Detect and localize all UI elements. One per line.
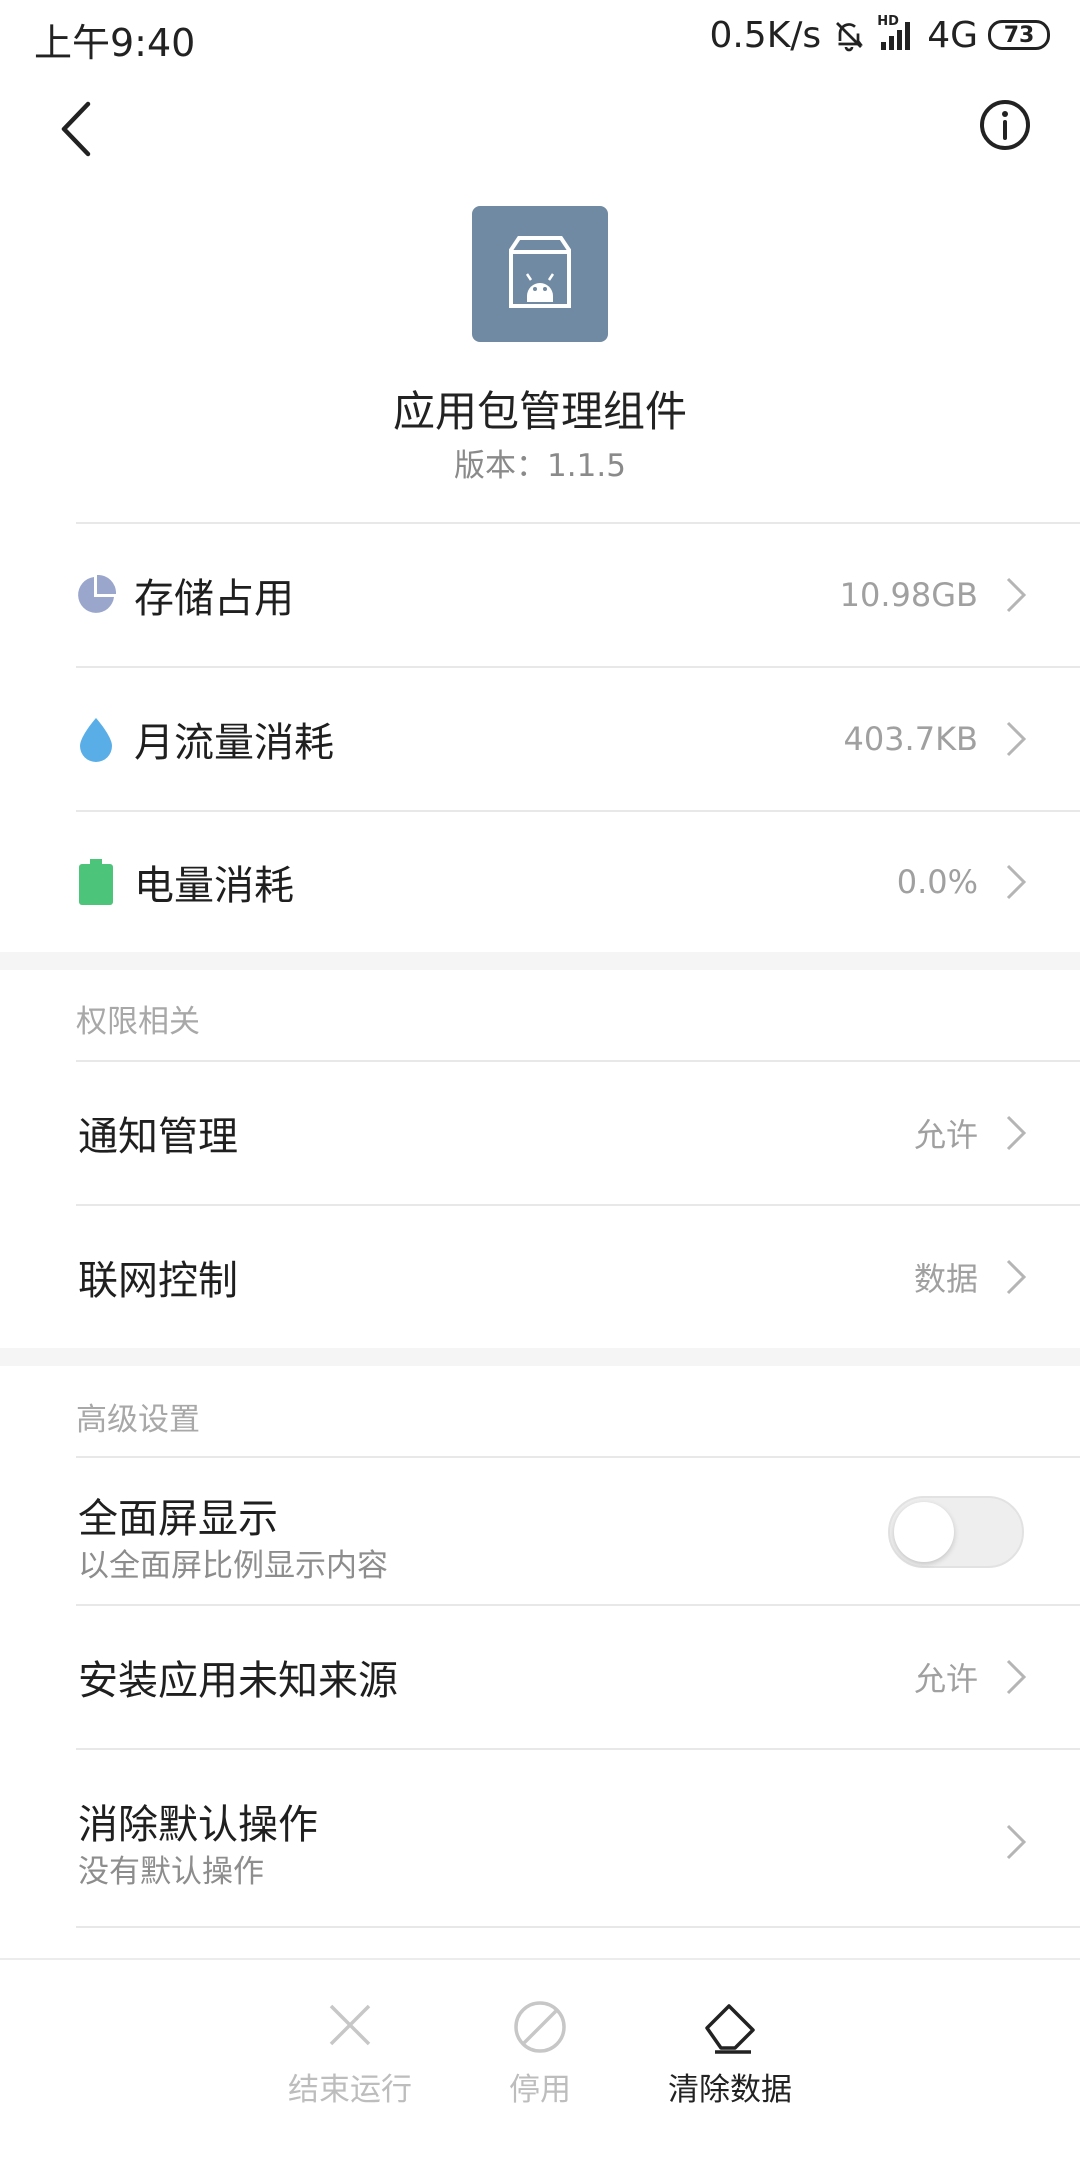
section-gap — [0, 952, 1080, 970]
network-type: 4G — [927, 14, 978, 56]
pie-chart-icon — [78, 575, 116, 613]
clear-defaults-row[interactable]: 消除默认操作 没有默认操作 — [0, 1750, 1080, 1926]
chevron-right-icon — [1006, 721, 1027, 757]
section-gap — [0, 1348, 1080, 1366]
mute-bell-icon — [836, 22, 864, 52]
divider — [76, 1926, 1080, 1928]
battery-full-icon — [79, 859, 113, 905]
usage-label-data: 月流量消耗 — [134, 720, 334, 766]
force-stop-button[interactable]: 结束运行 — [250, 2000, 450, 2109]
usage-row-data[interactable]: 月流量消耗 403.7KB — [0, 668, 1080, 810]
back-button[interactable] — [50, 94, 110, 164]
signal-icon: HD — [877, 14, 917, 52]
info-circle-icon — [980, 100, 1030, 150]
chevron-right-icon — [1006, 1824, 1027, 1860]
fullscreen-sub: 以全面屏比例显示内容 — [78, 1548, 388, 1584]
battery-icon: 73 — [988, 20, 1050, 50]
block-icon — [514, 2001, 566, 2053]
notifications-value: 允许 — [913, 1116, 978, 1154]
force-stop-label: 结束运行 — [288, 2072, 412, 2108]
fullscreen-label: 全面屏显示 — [78, 1496, 278, 1542]
unknown-sources-row[interactable]: 安装应用未知来源 允许 — [0, 1606, 1080, 1748]
permission-row-notifications[interactable]: 通知管理 允许 — [0, 1062, 1080, 1204]
fullscreen-toggle[interactable] — [888, 1496, 1024, 1568]
network-control-label: 联网控制 — [78, 1258, 238, 1304]
usage-value-battery: 0.0% — [896, 863, 978, 901]
usage-row-battery[interactable]: 电量消耗 0.0% — [0, 812, 1080, 952]
water-drop-icon — [80, 718, 112, 762]
usage-value-storage: 10.98GB — [839, 576, 978, 614]
net-speed: 0.5K/s — [709, 14, 822, 56]
chevron-right-icon — [1006, 1659, 1027, 1695]
chevron-right-icon — [1006, 577, 1027, 613]
clear-data-label: 清除数据 — [668, 2072, 792, 2108]
app-version: 版本：1.1.5 — [454, 448, 626, 484]
clear-data-button[interactable]: 清除数据 — [630, 2000, 830, 2109]
notifications-label: 通知管理 — [78, 1114, 238, 1160]
app-info-button[interactable] — [978, 98, 1032, 152]
chevron-right-icon — [1006, 1259, 1027, 1295]
disable-label: 停用 — [509, 2072, 571, 2108]
app-icon — [472, 206, 608, 342]
usage-label-storage: 存储占用 — [134, 576, 294, 622]
usage-label-battery: 电量消耗 — [134, 863, 294, 909]
eraser-icon — [705, 2004, 755, 2054]
chevron-right-icon — [1006, 864, 1027, 900]
chevron-left-icon — [61, 101, 91, 157]
android-package-icon — [509, 236, 571, 308]
fullscreen-row[interactable]: 全面屏显示 以全面屏比例显示内容 — [0, 1458, 1080, 1604]
clear-defaults-sub: 没有默认操作 — [78, 1854, 264, 1890]
app-name: 应用包管理组件 — [392, 387, 687, 436]
section-header-advanced: 高级设置 — [76, 1402, 200, 1438]
clear-defaults-label: 消除默认操作 — [78, 1802, 318, 1848]
usage-row-storage[interactable]: 存储占用 10.98GB — [0, 524, 1080, 666]
permission-row-network[interactable]: 联网控制 数据 — [0, 1206, 1080, 1348]
network-control-value: 数据 — [913, 1260, 978, 1298]
usage-value-data: 403.7KB — [843, 720, 978, 758]
chevron-right-icon — [1006, 1115, 1027, 1151]
battery-level: 73 — [1003, 22, 1035, 48]
close-x-icon — [329, 2004, 371, 2046]
disable-button[interactable]: 停用 — [440, 2000, 640, 2109]
unknown-sources-value: 允许 — [913, 1660, 978, 1698]
section-header-permissions: 权限相关 — [76, 1004, 200, 1040]
toggle-knob — [894, 1502, 954, 1562]
unknown-sources-label: 安装应用未知来源 — [78, 1658, 398, 1704]
status-indicators: 0.5K/s HD 4G 73 — [709, 12, 1050, 58]
status-time: 上午9:40 — [34, 21, 196, 65]
